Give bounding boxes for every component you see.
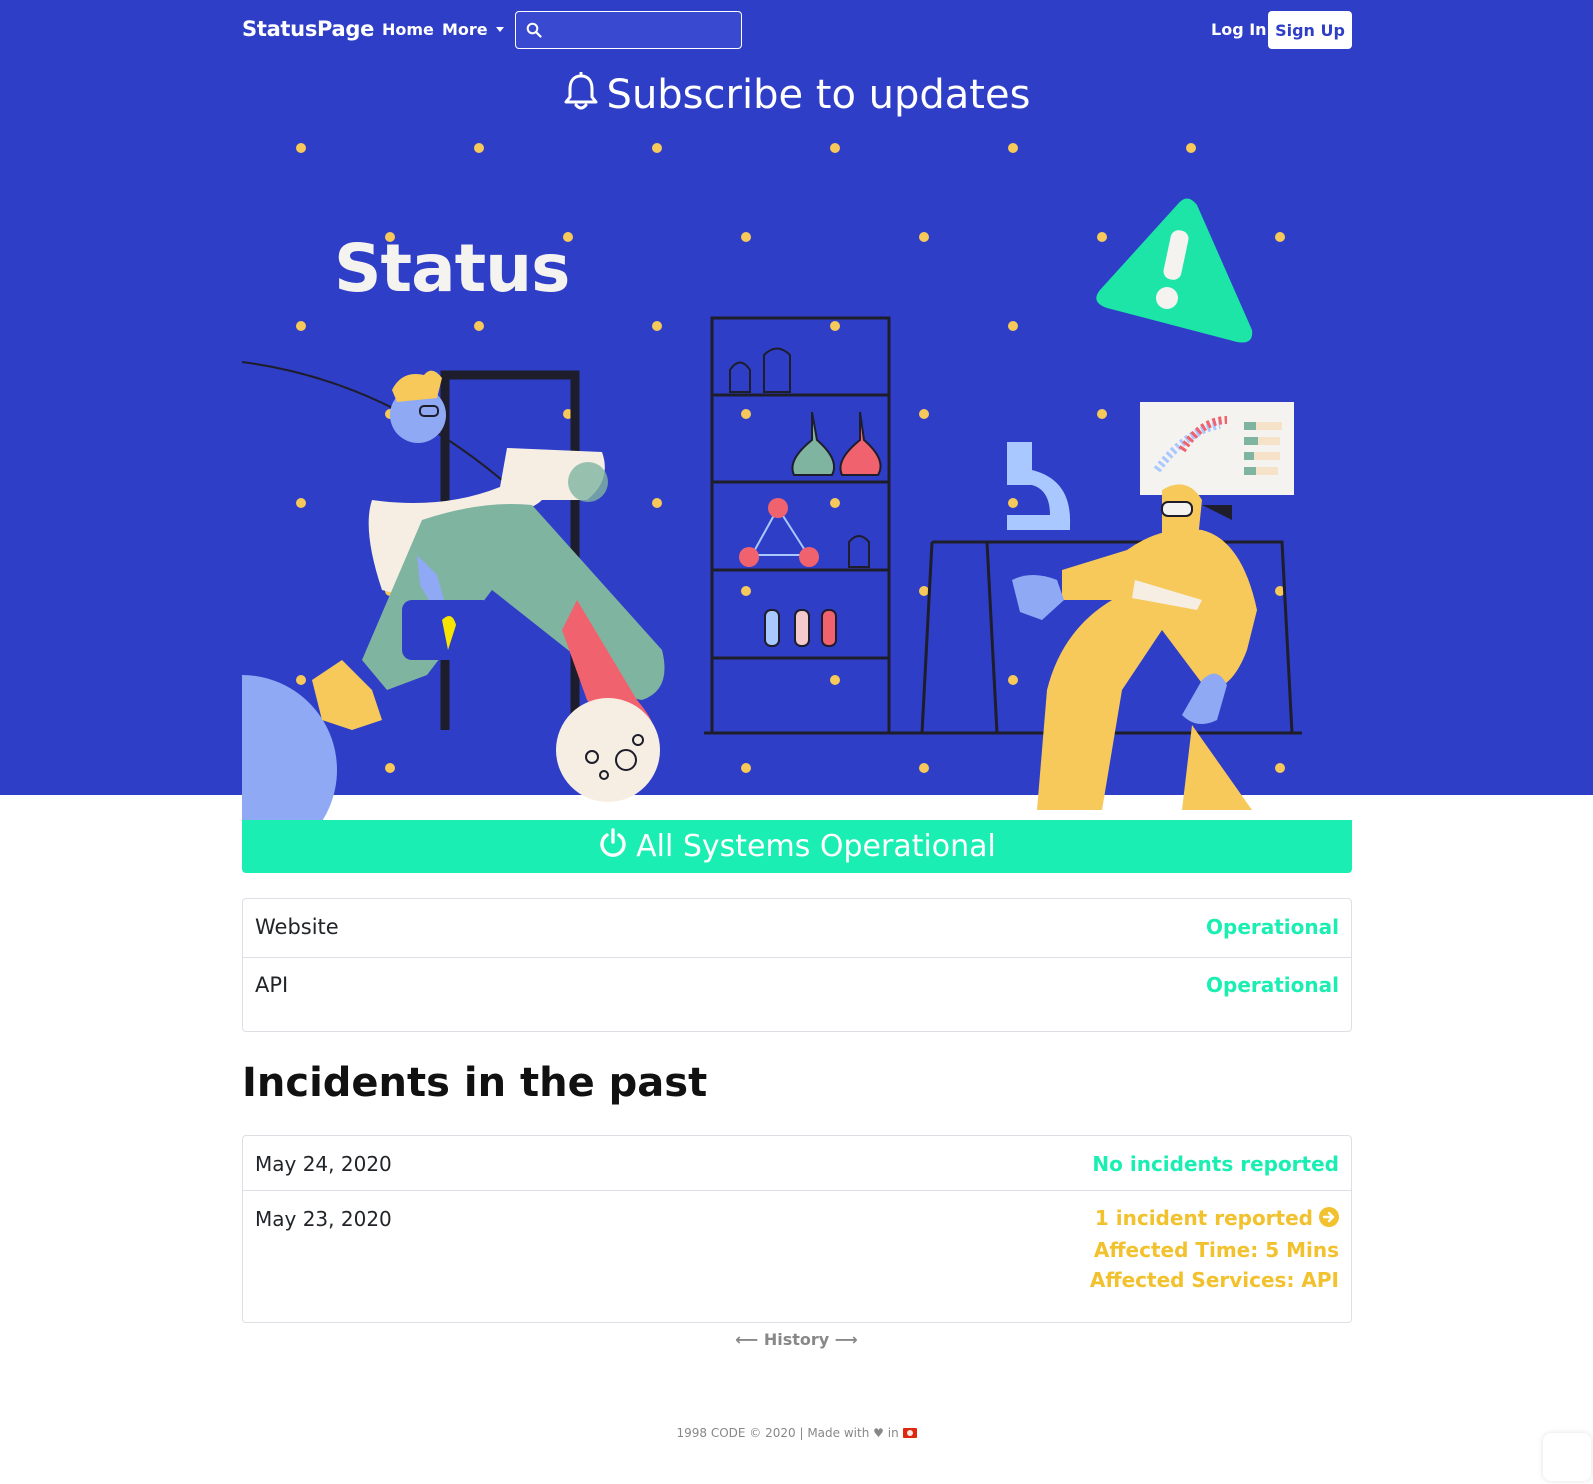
subscribe-link[interactable]: Subscribe to updates [0, 71, 1593, 122]
footer-in: in [887, 1426, 899, 1440]
service-name: Website [255, 915, 339, 939]
service-row: API Operational [243, 958, 1351, 1016]
services-card: Website Operational API Operational [242, 898, 1352, 1032]
bell-icon [563, 71, 599, 122]
incidents-heading: Incidents in the past [242, 1060, 708, 1106]
arrow-right-icon: ⟶ [834, 1330, 858, 1349]
search-icon [526, 22, 542, 42]
brand-logo[interactable]: StatusPage [242, 17, 374, 41]
illustration-title: Status [334, 230, 570, 307]
arrow-left-icon: ⟵ [735, 1330, 759, 1349]
incident-day-row: May 24, 2020 No incidents reported [243, 1136, 1351, 1190]
incident-summary: No incidents reported [1092, 1152, 1339, 1176]
service-status: Operational [1206, 915, 1339, 939]
incident-summary-link[interactable]: 1 incident reported [1090, 1203, 1339, 1235]
search-box[interactable] [515, 11, 742, 49]
incident-summary: 1 incident reported [1094, 1206, 1313, 1230]
hong-kong-flag-icon [902, 1428, 917, 1438]
power-icon [598, 827, 628, 866]
incident-details: 1 incident reported Affected Time: 5 Min… [1090, 1203, 1339, 1295]
history-label: History [763, 1330, 830, 1349]
affected-time: Affected Time: 5 Mins [1093, 1238, 1339, 1262]
nav-home-link[interactable]: Home [382, 20, 434, 39]
service-name: API [255, 973, 289, 997]
subscribe-label: Subscribe to updates [606, 72, 1031, 118]
arrow-circle-right-icon [1319, 1205, 1339, 1235]
login-link[interactable]: Log In [1211, 20, 1267, 39]
incident-day-row: May 23, 2020 1 incident reported Affecte… [243, 1191, 1351, 1321]
incidents-card: May 24, 2020 No incidents reported May 2… [242, 1135, 1352, 1323]
overall-status-banner: All Systems Operational [242, 820, 1352, 873]
footer: 1998 CODE © 2020 | Made with ♥ in [0, 1426, 1593, 1440]
affected-services: Affected Services: API [1089, 1268, 1339, 1292]
nav-more-label: More [442, 20, 488, 39]
top-navbar: StatusPage Home More Log In Sign Up [242, 10, 1352, 49]
incident-date: May 23, 2020 [255, 1207, 392, 1231]
heart-icon: ♥ [873, 1426, 884, 1440]
search-input[interactable] [550, 16, 735, 44]
caret-down-icon [495, 27, 504, 32]
service-row: Website Operational [243, 899, 1351, 957]
chat-widget-button[interactable] [1543, 1433, 1591, 1481]
nav-more-dropdown[interactable]: More [442, 20, 504, 39]
history-nav[interactable]: ⟵ History ⟶ [0, 1330, 1593, 1349]
overall-status-label: All Systems Operational [636, 829, 996, 864]
incident-date: May 24, 2020 [255, 1152, 392, 1176]
footer-text: 1998 CODE © 2020 | Made with [676, 1426, 870, 1440]
hero-illustration: Status [242, 130, 1352, 820]
signup-button[interactable]: Sign Up [1268, 11, 1352, 49]
service-status: Operational [1206, 973, 1339, 997]
